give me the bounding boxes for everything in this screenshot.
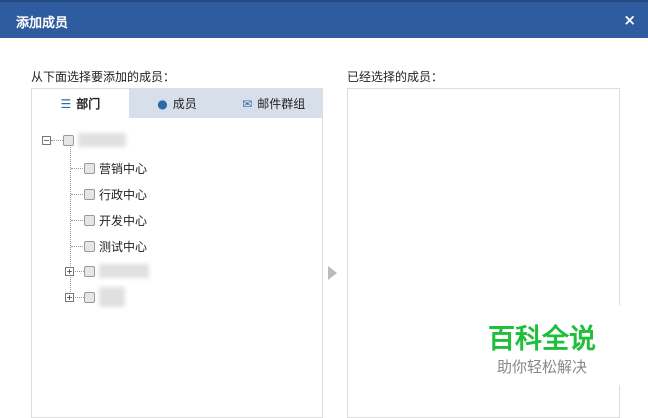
blurred-label [78,133,126,147]
available-label: 从下面选择要添加的成员： [31,70,176,84]
tree-node[interactable]: 行政中心 [84,185,147,203]
tab-members[interactable]: ● 成员 [129,89,226,118]
watermark-subtitle: 助你轻松解决 [496,358,587,376]
tab-department[interactable]: ☰ 部门 [32,89,129,118]
checkbox[interactable] [84,162,95,174]
watermark-title: 百科全说 [488,324,596,355]
list-icon: ☰ [60,96,72,111]
tree-node-root[interactable] [63,131,126,149]
add-arrow-icon[interactable] [328,266,337,280]
blurred-label [99,287,125,307]
node-label: 开发中心 [99,213,148,228]
expand-icon[interactable]: + [65,293,74,302]
collapse-icon[interactable]: − [42,136,51,145]
tree-node[interactable]: 开发中心 [84,211,147,229]
node-label: 行政中心 [99,187,148,202]
available-panel: ☰ 部门 ● 成员 ✉ 邮件群组 − 营销中心 行政中心 开发中心 测试中心 + + [31,88,323,418]
checkbox[interactable] [84,291,95,303]
user-icon: ● [157,96,168,111]
tab-label: 邮件群组 [257,97,306,111]
tree-node[interactable]: 营销中心 [84,159,147,177]
blurred-label [99,264,149,278]
close-button[interactable]: × [623,11,636,29]
tree-line [51,140,63,141]
checkbox[interactable] [84,188,95,200]
tab-label: 成员 [172,97,197,111]
mail-group-icon: ✉ [242,96,253,111]
checkbox[interactable] [84,240,95,252]
tree-line [71,194,83,195]
dialog-titlebar: 添加成员 × [0,0,648,38]
tree-node[interactable] [84,287,125,307]
checkbox[interactable] [63,134,74,146]
selected-label: 已经选择的成员： [347,70,444,84]
checkbox[interactable] [84,265,95,277]
tab-bar: ☰ 部门 ● 成员 ✉ 邮件群组 [32,89,322,118]
tree-line [71,246,83,247]
tree-node[interactable]: 测试中心 [84,237,147,255]
expand-icon[interactable]: + [65,267,74,276]
checkbox[interactable] [84,214,95,226]
watermark: 百科全说 助你轻松解决 [462,305,622,385]
tab-mail-groups[interactable]: ✉ 邮件群组 [225,89,322,118]
tree-line [71,220,83,221]
tree-line [75,271,84,272]
node-label: 测试中心 [99,239,148,254]
tree-line [75,297,84,298]
tree-line [71,168,83,169]
tree-node[interactable] [84,262,149,280]
tab-label: 部门 [76,97,101,111]
dialog-title: 添加成员 [16,16,69,31]
node-label: 营销中心 [99,161,148,176]
